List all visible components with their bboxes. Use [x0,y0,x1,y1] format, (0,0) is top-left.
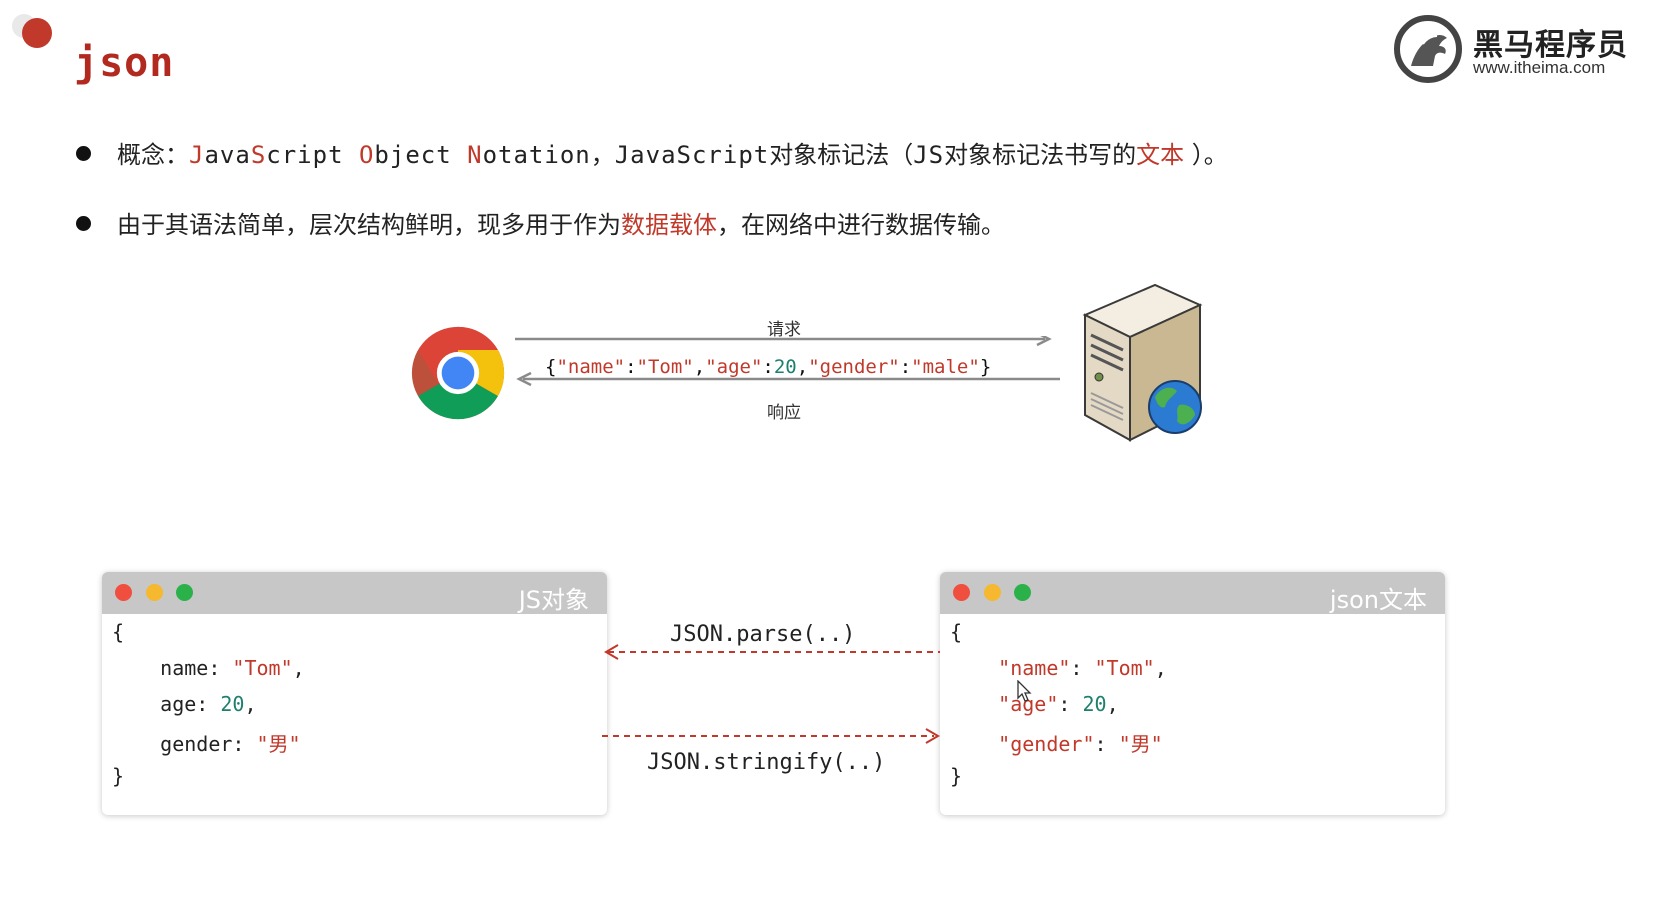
code-token: : [762,356,774,378]
bullet-segment: ， [590,141,615,169]
code-token: , [1154,656,1167,680]
bullet-segment: 数据载体 [621,211,717,239]
chrome-browser-icon [411,326,505,420]
code-token: "男" [256,732,301,756]
code-line: "age": 20, [950,692,1119,716]
code-token: { [112,620,125,644]
bullet-segment: 文本 [1136,141,1185,169]
conversion-arrows [602,644,940,744]
code-token: , [292,656,305,680]
code-token: } [979,356,992,378]
bullet-segment: 概念： [117,141,189,169]
itheima-logo: 黑马程序员 www.itheima.com [1393,14,1633,84]
code-line: age: 20, [112,692,257,716]
code-token: "gender" [950,732,1095,756]
code-token: "gender" [808,356,900,378]
code-line: name: "Tom", [112,656,305,680]
bullet-segment: 对象标记法书写的 [944,141,1137,169]
code-token: : [1058,692,1083,716]
bullet-segment: 对象标记法（ [769,141,914,169]
code-line: } [112,764,124,788]
json-stringify-label: JSON.stringify(..) [647,750,886,775]
bullet-segment: JavaScript [614,141,770,169]
response-label: 响应 [767,403,801,423]
code-token: } [950,764,963,788]
code-token: 20 [1082,692,1107,716]
code-token: , [1106,692,1119,716]
horse-logo-icon [1394,15,1462,83]
code-token: age: [112,692,221,716]
decor-red-dot [22,18,52,48]
bullet-dot [76,146,91,161]
bullet-segment: N [467,141,483,169]
bullet-segment: ava [204,141,251,169]
server-icon [1082,283,1203,442]
bullet-dot [76,216,91,231]
bullet-segment: 由于其语法简单，层次结构鲜明，现多用于作为 [117,211,621,239]
bullet-usage: 由于其语法简单，层次结构鲜明，现多用于作为数据载体，在网络中进行数据传输。 [76,210,1005,240]
logo-url: www.itheima.com [1473,58,1606,77]
code-token: : [625,356,637,378]
code-token: , [796,356,809,378]
code-token: } [112,764,125,788]
code-line: gender: "男" [112,728,301,757]
bullet-usage-text: 由于其语法简单，层次结构鲜明，现多用于作为数据载体，在网络中进行数据传输。 [117,211,1005,239]
code-token: : [1070,656,1095,680]
code-token: name: [112,656,233,680]
code-token: "age" [950,692,1059,716]
close-dot-icon [115,584,132,601]
code-token: 20 [220,692,245,716]
code-token: { [545,356,557,378]
code-token: "male" [911,356,980,378]
code-token: "Tom" [636,356,694,378]
bullet-segment: cript [266,141,359,169]
code-token: , [244,692,257,716]
code-token: "name" [556,356,626,378]
card-title: JS对象 [518,586,589,614]
bullet-concept-text: 概念：JavaScript Object Notation，JavaScript… [117,141,1228,169]
code-token: gender: [112,732,257,756]
code-line: "gender": "男" [950,728,1163,757]
code-token: "Tom" [232,656,293,680]
code-line: { [112,620,124,644]
card-title: json文本 [1329,586,1427,614]
code-token: "name" [950,656,1071,680]
bullet-segment: S [250,141,267,169]
code-token: "Tom" [1094,656,1155,680]
json-payload: {"name":"Tom","age":20,"gender":"male"} [545,356,991,378]
code-token: { [950,620,963,644]
bullet-segment: otation [482,141,591,169]
minimize-dot-icon [146,584,163,601]
code-token: "男" [1118,732,1163,756]
minimize-dot-icon [984,584,1001,601]
bullet-segment: ）。 [1184,141,1228,169]
code-token: 20 [773,356,797,378]
maximize-dot-icon [1014,584,1031,601]
code-token: : [899,356,912,378]
code-line: "name": "Tom", [950,656,1167,680]
code-token: , [693,356,706,378]
json-text-card: json文本 { "name": "Tom", "age": 20, "gend… [940,572,1445,815]
bullet-concept: 概念：JavaScript Object Notation，JavaScript… [76,140,1228,170]
bullet-segment: ，在网络中进行数据传输。 [717,211,1005,239]
code-line: } [950,764,962,788]
js-object-card: JS对象 { name: "Tom", age: 20, gender: "男"… [102,572,607,815]
bullet-segment: O [358,141,375,169]
window-titlebar: json文本 [940,572,1445,614]
mouse-cursor-icon [1017,680,1032,702]
bullet-segment: bject [374,141,468,169]
maximize-dot-icon [176,584,193,601]
close-dot-icon [953,584,970,601]
code-line: { [950,620,962,644]
code-token: : [1094,732,1119,756]
bullet-segment: JS [913,141,945,169]
page-title: json [74,40,175,86]
code-token: "age" [705,356,763,378]
bullet-segment: J [189,141,205,169]
window-titlebar: JS对象 [102,572,607,614]
